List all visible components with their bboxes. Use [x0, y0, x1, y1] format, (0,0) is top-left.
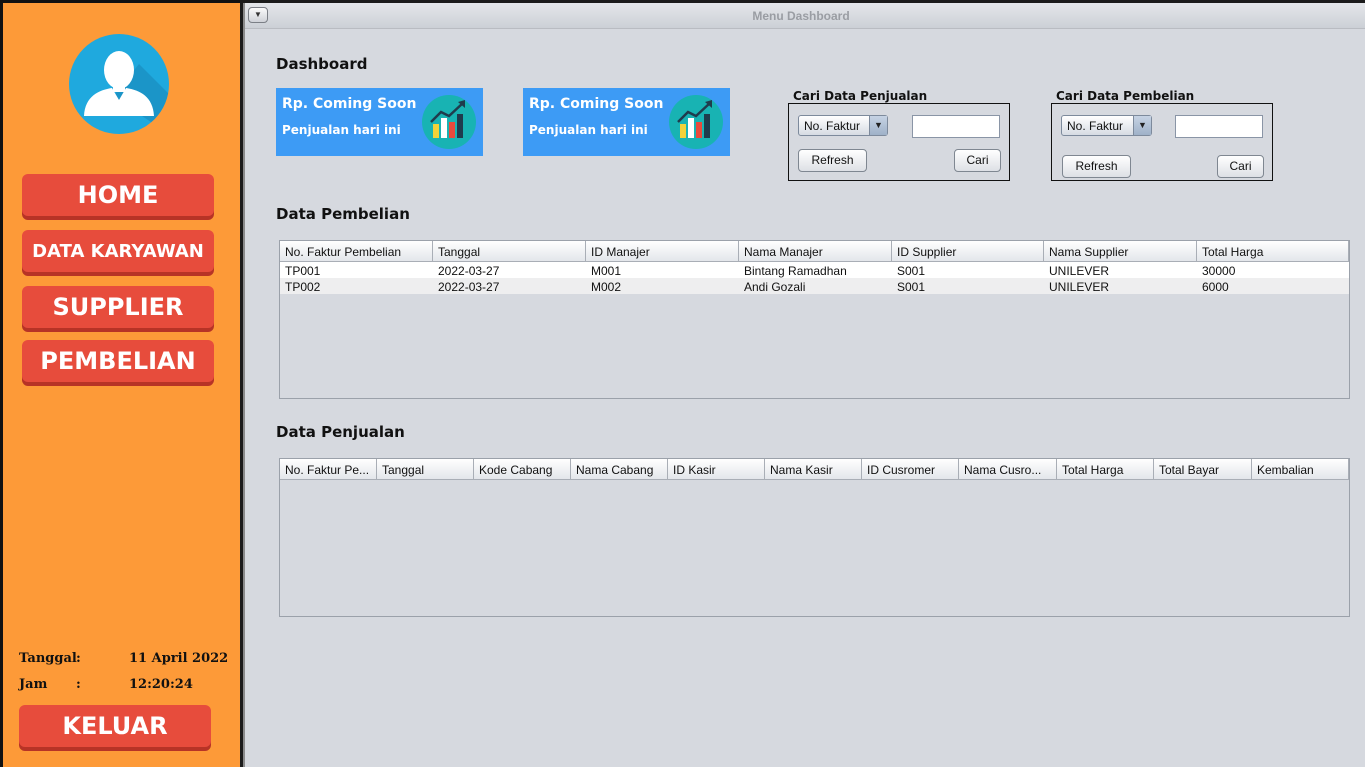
- search-penjualan-panel: No. Faktur ▼ Refresh Cari: [788, 103, 1010, 181]
- penjualan-filter-select[interactable]: No. Faktur ▼: [798, 115, 888, 136]
- table-row[interactable]: TP002 2022-03-27 M002 Andi Gozali S001 U…: [280, 278, 1349, 294]
- sales-caption-2: Penjualan hari ini: [529, 123, 648, 137]
- sales-card-2: Rp. Coming Soon Penjualan hari ini: [523, 88, 730, 156]
- column-header[interactable]: Total Harga: [1057, 459, 1154, 479]
- table-cell: 2022-03-27: [438, 280, 500, 294]
- table-cell: 2022-03-27: [438, 264, 500, 278]
- column-header[interactable]: No. Faktur Pe...: [280, 459, 377, 479]
- pembelian-filter-value: No. Faktur: [1067, 119, 1124, 133]
- pembelian-cari-button[interactable]: Cari: [1217, 155, 1264, 178]
- column-header[interactable]: ID Cusromer: [862, 459, 959, 479]
- sidebar: HOME DATA KARYAWAN SUPPLIER PEMBELIAN Ta…: [0, 0, 240, 767]
- column-header[interactable]: ID Manajer: [586, 241, 739, 261]
- jam-label: Jam: [19, 677, 48, 692]
- pembelian-table[interactable]: No. Faktur Pembelian Tanggal ID Manajer …: [279, 240, 1350, 399]
- user-avatar-icon: [69, 34, 169, 134]
- column-header[interactable]: Nama Manajer: [739, 241, 892, 261]
- bar-chart-up-icon: [422, 95, 476, 149]
- column-header[interactable]: Kode Cabang: [474, 459, 571, 479]
- search-pembelian-label: Cari Data Pembelian: [1056, 89, 1195, 103]
- nav-pembelian-button[interactable]: PEMBELIAN: [22, 340, 214, 382]
- sales-card: Rp. Coming Soon Penjualan hari ini: [276, 88, 483, 156]
- column-header[interactable]: ID Kasir: [668, 459, 765, 479]
- table-cell: Andi Gozali: [744, 280, 806, 294]
- tanggal-value: 11 April 2022: [129, 651, 229, 666]
- penjualan-search-input[interactable]: [912, 115, 1000, 138]
- column-header[interactable]: Kembalian: [1252, 459, 1349, 479]
- chevron-down-icon: ▼: [869, 116, 887, 135]
- table-cell: TP002: [285, 280, 321, 294]
- penjualan-table-header: No. Faktur Pe... Tanggal Kode Cabang Nam…: [280, 459, 1349, 480]
- table-cell: 30000: [1202, 264, 1236, 278]
- table-row[interactable]: TP001 2022-03-27 M001 Bintang Ramadhan S…: [280, 262, 1349, 278]
- column-header[interactable]: Total Bayar: [1154, 459, 1252, 479]
- search-penjualan-label: Cari Data Penjualan: [793, 89, 928, 103]
- jam-value: 12:20:24: [129, 677, 193, 692]
- table-cell: Bintang Ramadhan: [744, 264, 847, 278]
- column-header[interactable]: Nama Cabang: [571, 459, 668, 479]
- penjualan-table[interactable]: No. Faktur Pe... Tanggal Kode Cabang Nam…: [279, 458, 1350, 617]
- pembelian-refresh-button[interactable]: Refresh: [1062, 155, 1131, 178]
- sales-amount: Rp. Coming Soon: [282, 96, 417, 112]
- penjualan-filter-value: No. Faktur: [804, 119, 861, 133]
- data-penjualan-title: Data Penjualan: [276, 423, 405, 441]
- pembelian-table-header: No. Faktur Pembelian Tanggal ID Manajer …: [280, 241, 1349, 262]
- table-cell: M001: [591, 264, 622, 278]
- column-header[interactable]: Nama Supplier: [1044, 241, 1197, 261]
- keluar-button[interactable]: KELUAR: [19, 705, 211, 747]
- pembelian-search-input[interactable]: [1175, 115, 1263, 138]
- data-pembelian-title: Data Pembelian: [276, 205, 410, 223]
- table-cell: M002: [591, 280, 622, 294]
- table-cell: TP001: [285, 264, 321, 278]
- column-header[interactable]: Nama Kasir: [765, 459, 862, 479]
- column-header[interactable]: ID Supplier: [892, 241, 1044, 261]
- sales-amount-2: Rp. Coming Soon: [529, 96, 664, 112]
- column-header[interactable]: Tanggal: [377, 459, 474, 479]
- tanggal-colon: :: [76, 651, 81, 666]
- table-cell: 6000: [1202, 280, 1229, 294]
- main-panel: ▼ Menu Dashboard Dashboard Rp. Coming So…: [243, 3, 1365, 767]
- column-header[interactable]: Total Harga: [1197, 241, 1349, 261]
- window-titlebar: ▼ Menu Dashboard: [245, 3, 1365, 29]
- column-header[interactable]: Nama Cusro...: [959, 459, 1057, 479]
- table-cell: UNILEVER: [1049, 280, 1110, 294]
- column-header[interactable]: Tanggal: [433, 241, 586, 261]
- window-title: Menu Dashboard: [752, 9, 850, 23]
- nav-home-button[interactable]: HOME: [22, 174, 214, 216]
- search-pembelian-panel: No. Faktur ▼ Refresh Cari: [1051, 103, 1273, 181]
- pembelian-filter-select[interactable]: No. Faktur ▼: [1061, 115, 1152, 136]
- table-cell: S001: [897, 280, 926, 294]
- bar-chart-up-icon: [669, 95, 723, 149]
- jam-colon: :: [76, 677, 81, 692]
- column-header[interactable]: No. Faktur Pembelian: [280, 241, 433, 261]
- tanggal-label: Tanggal: [19, 651, 77, 666]
- chevron-down-icon: ▼: [1133, 116, 1151, 135]
- nav-supplier-button[interactable]: SUPPLIER: [22, 286, 214, 328]
- penjualan-cari-button[interactable]: Cari: [954, 149, 1001, 172]
- sales-caption: Penjualan hari ini: [282, 123, 401, 137]
- penjualan-refresh-button[interactable]: Refresh: [798, 149, 867, 172]
- table-cell: S001: [897, 264, 926, 278]
- nav-data-karyawan-button[interactable]: DATA KARYAWAN: [22, 230, 214, 272]
- table-cell: UNILEVER: [1049, 264, 1110, 278]
- dashboard-title: Dashboard: [276, 55, 368, 73]
